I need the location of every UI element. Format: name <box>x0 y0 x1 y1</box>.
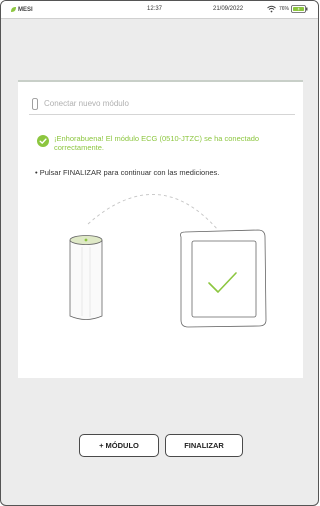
connect-module-input[interactable] <box>44 99 274 108</box>
connection-illustration <box>69 194 267 328</box>
status-bar: MESI 12:37 21/09/2022 76% <box>1 1 318 19</box>
device-frame: MESI 12:37 21/09/2022 76% Conectar nuevo… <box>0 0 319 506</box>
battery-icon <box>291 5 308 13</box>
checkmark-circle-icon <box>37 135 49 147</box>
wifi-icon <box>267 5 276 13</box>
connect-module-field[interactable] <box>29 93 295 115</box>
finish-button[interactable]: FINALIZAR <box>165 434 243 457</box>
battery-percent: 76% <box>279 6 290 12</box>
connection-arc <box>87 194 219 231</box>
module-device-icon <box>32 97 38 110</box>
module-device-icon <box>69 235 103 320</box>
brand-logo: MESI <box>10 6 33 13</box>
add-module-button[interactable]: + MÓDULO <box>79 434 159 457</box>
status-time: 12:37 <box>147 6 163 12</box>
status-date: 21/09/2022 <box>213 6 244 12</box>
instruction-text: • Pulsar FINALIZAR para continuar con la… <box>35 168 220 177</box>
tablet-icon <box>180 229 267 328</box>
success-text: ¡Enhorabuena! El módulo ECG (0510-JTZC) … <box>54 134 260 152</box>
connect-module-panel: ¡Enhorabuena! El módulo ECG (0510-JTZC) … <box>18 80 303 378</box>
brand-name: MESI <box>18 6 33 13</box>
success-message: ¡Enhorabuena! El módulo ECG (0510-JTZC) … <box>37 134 299 152</box>
leaf-icon <box>11 7 16 12</box>
